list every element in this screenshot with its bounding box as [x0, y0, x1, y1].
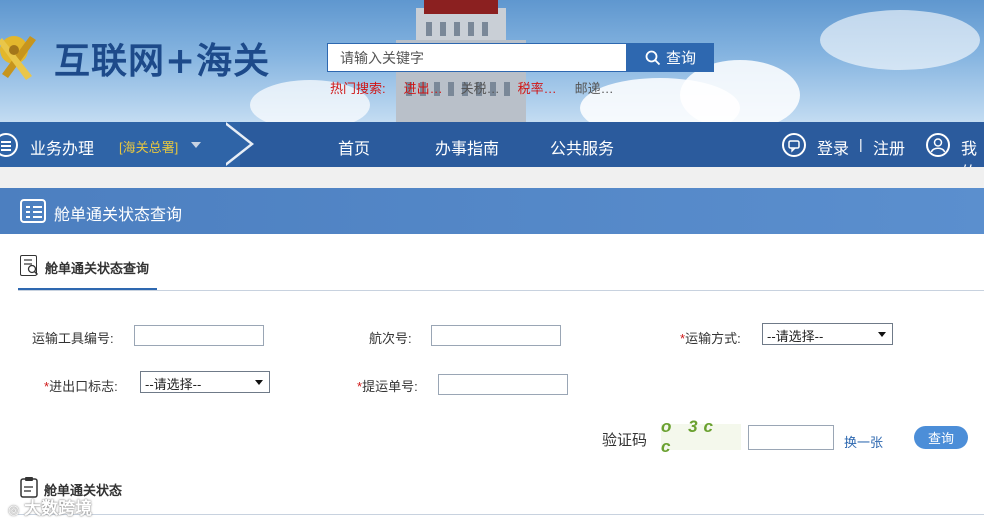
tab-label: 舱单通关状态查询	[45, 261, 150, 276]
transport-mode-select[interactable]: --请选择--	[762, 323, 893, 345]
header-banner: 互联网+海关 请输入关键字 查询 热门搜索: 进出… 关税… 税率… 邮递…	[0, 0, 984, 122]
search-input[interactable]: 请输入关键字	[327, 43, 627, 72]
cloud-decoration	[820, 10, 980, 70]
ie-flag-value: --请选择--	[145, 377, 202, 392]
hot-search-label: 热门搜索:	[330, 81, 386, 96]
hot-search-item[interactable]: 邮递…	[575, 78, 614, 97]
result-divider	[18, 514, 984, 515]
bill-no-label-text: 提运单号:	[362, 379, 418, 394]
captcha-image: o 3c c	[661, 417, 741, 456]
menu-icon	[0, 133, 18, 157]
nav-divider	[222, 122, 250, 166]
watermark-logo-icon: ◎	[8, 502, 20, 517]
vehicle-no-input[interactable]	[134, 325, 264, 346]
search-placeholder: 请输入关键字	[340, 49, 424, 66]
hot-search-item[interactable]: 关税…	[461, 78, 500, 97]
ie-flag-select[interactable]: --请选择--	[140, 371, 270, 393]
hot-search-item[interactable]: 进出…	[404, 78, 443, 97]
transport-mode-label: *运输方式:	[680, 328, 741, 347]
search-button[interactable]: 查询	[627, 43, 714, 72]
search-icon	[645, 50, 661, 65]
nav-separator: |	[859, 136, 863, 152]
voyage-input[interactable]	[431, 325, 561, 346]
customs-emblem-icon	[0, 36, 36, 80]
vehicle-no-label: 运输工具编号:	[32, 331, 114, 346]
business-menu[interactable]: 业务办理 [海关总署]	[0, 122, 240, 167]
main-nav: 业务办理 [海关总署] 首页 办事指南 公共服务 登录 | 注册 我的	[0, 122, 984, 182]
hot-search: 热门搜索: 进出… 关税… 税率… 邮递…	[330, 78, 632, 97]
checklist-icon	[20, 199, 46, 223]
voyage-label: 航次号:	[369, 331, 412, 346]
register-link[interactable]: 注册	[873, 135, 905, 159]
hot-search-item[interactable]: 税率…	[518, 78, 557, 97]
captcha-text: o 3c c	[661, 417, 720, 456]
user-icon[interactable]	[926, 133, 950, 157]
chevron-down-icon[interactable]	[191, 142, 201, 148]
bill-no-label: *提运单号:	[357, 376, 418, 395]
section-title: 舱单通关状态查询	[54, 207, 183, 224]
chat-icon[interactable]	[782, 133, 806, 157]
hq-selector[interactable]: [海关总署]	[119, 137, 178, 156]
search-button-label: 查询	[665, 50, 696, 67]
tab-underline	[18, 290, 984, 291]
spacer-strip	[0, 167, 984, 188]
captcha-input[interactable]	[748, 425, 834, 450]
ie-flag-label: *进出口标志:	[44, 376, 118, 395]
nav-public-service[interactable]: 公共服务	[550, 135, 614, 159]
captcha-label: 验证码	[602, 432, 648, 449]
transport-mode-label-text: 运输方式:	[685, 331, 741, 346]
watermark: ◎ 大数跨境	[8, 494, 92, 519]
refresh-captcha-link[interactable]: 换一张	[844, 432, 883, 451]
watermark-text: 大数跨境	[24, 499, 93, 518]
nav-home[interactable]: 首页	[338, 135, 370, 159]
chevron-down-icon	[255, 380, 263, 385]
query-button-label: 查询	[927, 431, 954, 446]
section-header: 舱单通关状态查询	[0, 188, 984, 234]
nav-guide[interactable]: 办事指南	[435, 135, 499, 159]
login-link[interactable]: 登录	[817, 135, 849, 159]
document-search-icon	[20, 255, 39, 276]
business-menu-label: 业务办理	[30, 141, 95, 158]
transport-mode-value: --请选择--	[767, 329, 824, 344]
tab-manifest-query[interactable]: 舱单通关状态查询	[18, 252, 157, 290]
bill-no-input[interactable]	[438, 374, 568, 395]
ie-flag-label-text: 进出口标志:	[49, 379, 118, 394]
query-button[interactable]: 查询	[914, 426, 968, 449]
site-title: 互联网+海关	[54, 40, 271, 82]
chevron-down-icon	[878, 332, 886, 337]
